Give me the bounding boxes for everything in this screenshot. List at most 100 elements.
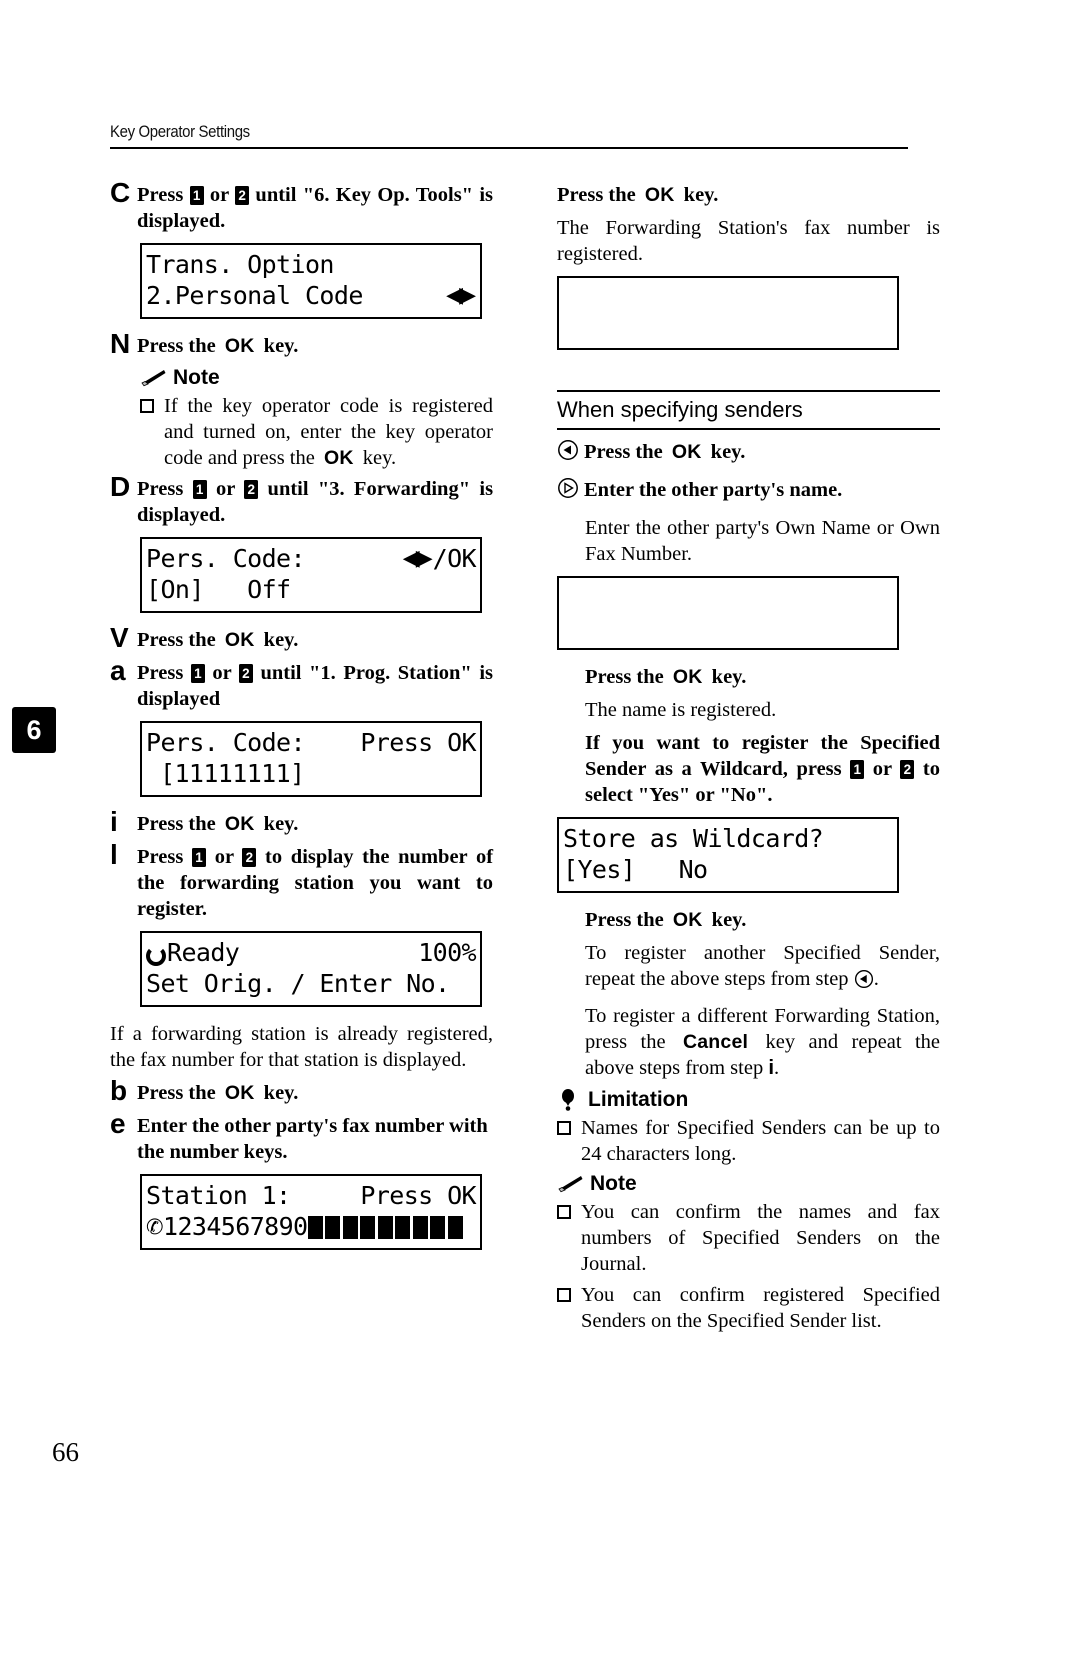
step-i: i Press the OK key. (110, 808, 493, 837)
step-b-text: Press the OK key. (137, 1080, 493, 1106)
cursor-block (395, 1216, 411, 1239)
circled-left-triangle-inline-icon (854, 969, 874, 996)
left-right-arrows-icon: ◀▶ (402, 546, 433, 571)
step-l: l Press 1 or 2 to display the number of … (110, 839, 493, 922)
square-bullet-icon (557, 1288, 571, 1302)
lcd-pers-code-value-label: Pers. Code: (146, 728, 306, 757)
lcd-store-as-wildcard: Store as Wildcard? [Yes] No (557, 817, 899, 893)
press-ok-1-tail: key. (683, 184, 719, 206)
ok-key-label: OK (671, 441, 702, 463)
note-item: If the key operator code is registered a… (140, 393, 493, 471)
lcd-pers-code-label: Pers. Code: (146, 544, 306, 573)
lcd-ready-status: Ready (167, 938, 240, 967)
step-b: b Press the OK key. (110, 1077, 493, 1106)
step-v: V Press the OK key. (110, 624, 493, 653)
step-n-text: Press the OK key. (137, 333, 493, 359)
lcd-ready-line2: Set Orig. / Enter No. (146, 969, 450, 998)
step-i-text: Press the OK key. (137, 811, 493, 837)
step-n-tail: key. (263, 335, 299, 357)
step-c-text: Press 1 or 2 until "6. Key Op. Tools" is… (137, 182, 493, 234)
lcd-ready: Ready 100% Set Orig. / Enter No. (140, 931, 482, 1007)
lcd-blank-1 (557, 276, 899, 350)
limitation-item: Names for Specified Senders can be up to… (557, 1115, 940, 1167)
limitation-item-text: Names for Specified Senders can be up to… (581, 1117, 940, 1165)
step-left-triangle: Press the OK key. (557, 439, 940, 470)
step-a: a Press 1 or 2 until "1. Prog. Station" … (110, 657, 493, 712)
step-d-text: Press 1 or 2 until "3. Forwarding" is di… (137, 476, 493, 528)
step-c-press: Press (137, 184, 184, 206)
note-heading-label: Note (173, 366, 220, 389)
page-number: 66 (52, 1437, 79, 1467)
press-ok-3-text: Press the (585, 909, 664, 931)
lcd-line: Pers. Code: Press OK (142, 727, 480, 758)
lcd-line: Station 1: Press OK (142, 1180, 480, 1211)
manual-page: Key Operator Settings 6 66 C Press 1 or … (0, 0, 1080, 1669)
note-heading-left: Note (140, 366, 493, 390)
cursor-block (447, 1216, 463, 1239)
fax-machine-icon: ✆ (146, 1214, 164, 1239)
press-ok-2-tail: key. (711, 666, 747, 688)
para-already-registered: If a forwarding station is already regis… (110, 1023, 493, 1071)
lcd-station-number: 1234567890 (163, 1212, 308, 1241)
lcd-station-press-ok: Press OK (360, 1181, 476, 1210)
section-rule-bottom (557, 428, 940, 430)
para-wildcard: If you want to register the Specified Se… (585, 730, 940, 808)
lcd-pers-code-onoff-line2: [On] Off (146, 575, 291, 604)
step-right-triangle-text: Enter the other party's name. (584, 479, 843, 501)
ok-key-label: OK (224, 1082, 255, 1104)
numeric-key-1-icon: 1 (189, 186, 204, 205)
numeric-key-2-icon: 2 (244, 480, 259, 499)
lcd-pers-code-value-line2: [11111111] (160, 759, 305, 788)
step-b-tail: key. (263, 1082, 299, 1104)
section-title: When specifying senders (557, 397, 803, 422)
lcd-line: Store as Wildcard? (559, 823, 897, 854)
lcd-line: [11111111] (142, 758, 480, 789)
press-ok-2-text: Press the (585, 666, 664, 688)
numeric-key-1-icon: 1 (192, 480, 207, 499)
press-ok-2: Press the OK key. (585, 664, 940, 690)
numeric-key-1-icon: 1 (850, 760, 865, 779)
step-n-press: Press the (137, 335, 216, 357)
numeric-key-2-icon: 2 (238, 664, 253, 683)
cursor-block (430, 1216, 446, 1239)
lcd-station: Station 1: Press OK ✆ 1234567890 (140, 1174, 482, 1250)
circled-left-triangle-icon (557, 439, 582, 470)
chapter-tab: 6 (12, 707, 56, 753)
step-v-tail: key. (263, 629, 299, 651)
header-title: Key Operator Settings (110, 122, 250, 141)
lcd-pers-code-ok-suffix: /OK (432, 544, 477, 573)
para-register-another-b: . (873, 968, 879, 990)
step-marker-c: C (110, 177, 131, 208)
cursor-block (307, 1216, 323, 1239)
lcd-line: [On] Off (142, 574, 480, 605)
step-marker-d: D (110, 471, 131, 502)
lcd-trans-option: Trans. Option 2.Personal Code ◀▶ (140, 243, 482, 319)
cursor-block (325, 1216, 341, 1239)
step-left-tri-tail: key. (710, 441, 746, 463)
cursor-block (342, 1216, 358, 1239)
step-left-tri-press: Press the (584, 441, 663, 463)
step-a-or: or (212, 662, 232, 684)
lcd-wildcard-line2: [Yes] No (563, 855, 708, 884)
step-d-until: until "3. Forwarding" is displayed. (137, 478, 494, 526)
para-wildcard-or: or (872, 758, 892, 780)
para-different-station: To register a different Forwarding Stati… (585, 1003, 940, 1081)
step-a-text: Press 1 or 2 until "1. Prog. Station" is… (137, 660, 493, 712)
note-item-1-text: You can confirm the names and fax number… (581, 1201, 940, 1275)
para-different-station-c: . (774, 1057, 780, 1079)
press-ok-3: Press the OK key. (585, 907, 940, 933)
lcd-line: Trans. Option (142, 249, 480, 280)
step-marker-n: N (110, 328, 131, 359)
step-marker-l: l (110, 839, 118, 870)
ok-key-label: OK (224, 813, 255, 835)
step-v-press: Press the (137, 629, 216, 651)
lcd-line: Set Orig. / Enter No. (142, 968, 480, 999)
lcd-trans-option-line2: 2.Personal Code (146, 281, 363, 310)
step-c: C Press 1 or 2 until "6. Key Op. Tools" … (110, 177, 493, 234)
cursor-block (377, 1216, 393, 1239)
note-item-text-b: key. (362, 447, 397, 469)
press-ok-1: Press the OK key. (557, 182, 940, 208)
note-item-text: If the key operator code is registered a… (164, 393, 493, 471)
step-a-press: Press (137, 662, 184, 684)
lcd-line: 2.Personal Code ◀▶ (142, 280, 480, 311)
